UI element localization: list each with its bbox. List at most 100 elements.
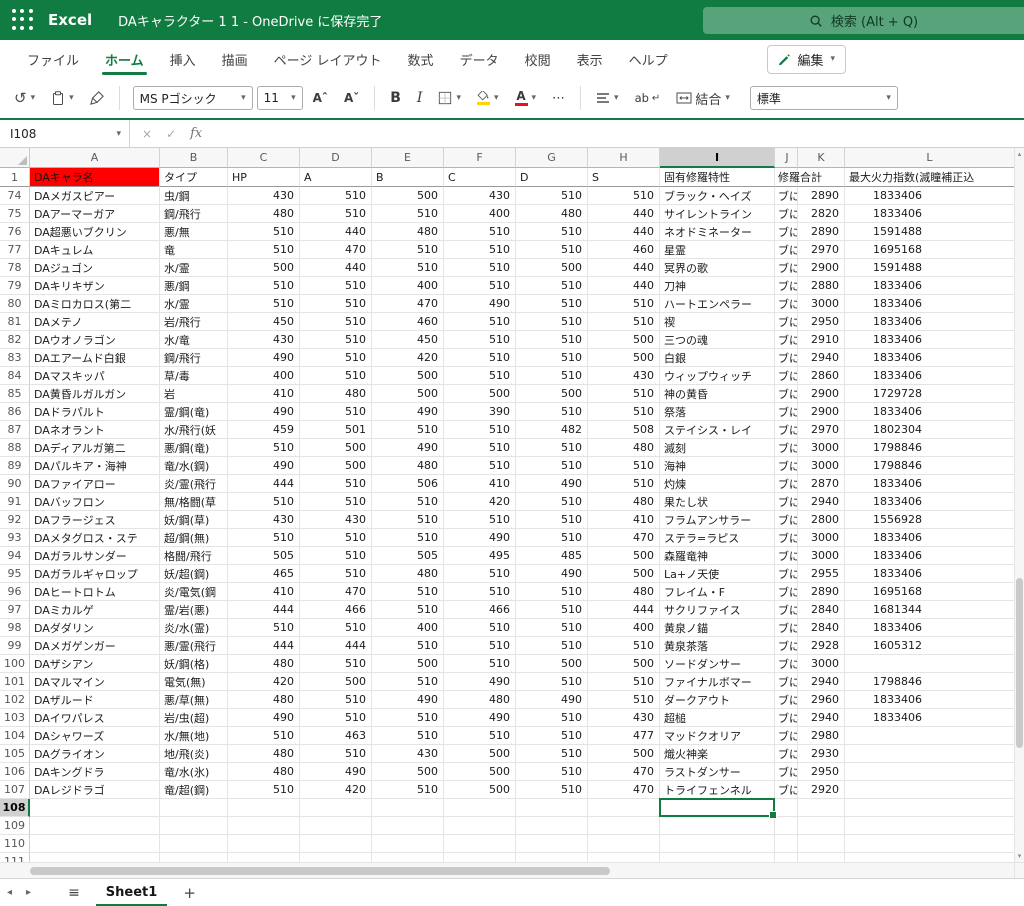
cell-s-110[interactable] — [588, 835, 660, 853]
row-header-83[interactable]: 83 — [0, 349, 30, 367]
cell-b-76[interactable]: 480 — [372, 223, 444, 241]
cell-a-74[interactable]: 510 — [300, 187, 372, 205]
cell-d-82[interactable]: 510 — [516, 331, 588, 349]
cell-hp-107[interactable]: 510 — [228, 781, 300, 799]
cell-d-101[interactable]: 510 — [516, 673, 588, 691]
cell-a-85[interactable]: 480 — [300, 385, 372, 403]
cell-hp-83[interactable]: 490 — [228, 349, 300, 367]
cell-s-83[interactable]: 500 — [588, 349, 660, 367]
cell-power-106[interactable] — [845, 763, 1014, 781]
cell-type-87[interactable]: 水/飛行(妖 — [160, 421, 228, 439]
cell-name-77[interactable]: DAキュレム — [30, 241, 160, 259]
cell-type-93[interactable]: 超/鋼(無) — [160, 529, 228, 547]
cell-hp-110[interactable] — [228, 835, 300, 853]
cell-type-86[interactable]: 霊/鋼(竜) — [160, 403, 228, 421]
cell-name-98[interactable]: DAダダリン — [30, 619, 160, 637]
cell-type-101[interactable]: 電気(無) — [160, 673, 228, 691]
cell-power-95[interactable]: 1833406 — [845, 565, 1014, 583]
cell-name-82[interactable]: DAウオノラゴン — [30, 331, 160, 349]
cell-s-94[interactable]: 500 — [588, 547, 660, 565]
row-header-80[interactable]: 80 — [0, 295, 30, 313]
cell-hp-111[interactable] — [228, 853, 300, 862]
cell-c-91[interactable]: 420 — [444, 493, 516, 511]
cell-hp-80[interactable]: 510 — [228, 295, 300, 313]
undo-button[interactable]: ↺ ▾ — [8, 88, 41, 109]
cell-d-106[interactable]: 510 — [516, 763, 588, 781]
cell-s-102[interactable]: 510 — [588, 691, 660, 709]
cell-a-75[interactable]: 510 — [300, 205, 372, 223]
cell-trait-102[interactable]: ダークアウト — [660, 691, 775, 709]
cell-power-104[interactable] — [845, 727, 1014, 745]
cell-b-93[interactable]: 510 — [372, 529, 444, 547]
cell-b-103[interactable]: 510 — [372, 709, 444, 727]
cell-hp-96[interactable]: 410 — [228, 583, 300, 601]
cell-a-88[interactable]: 500 — [300, 439, 372, 457]
cell-trait-75[interactable]: サイレントライン — [660, 205, 775, 223]
cell-s-80[interactable]: 510 — [588, 295, 660, 313]
cell-power-109[interactable] — [845, 817, 1014, 835]
cell-total-91[interactable]: 2940 — [798, 493, 845, 511]
row-header-107[interactable]: 107 — [0, 781, 30, 799]
cell-j-98[interactable]: ブに — [775, 619, 798, 637]
cell-a-111[interactable] — [300, 853, 372, 862]
cell-b-108[interactable] — [372, 799, 444, 817]
row-header-95[interactable]: 95 — [0, 565, 30, 583]
cell-type-99[interactable]: 悪/霊(飛行 — [160, 637, 228, 655]
cell-j-109[interactable] — [775, 817, 798, 835]
cell-power-110[interactable] — [845, 835, 1014, 853]
cell-hp-91[interactable]: 510 — [228, 493, 300, 511]
cell-trait-76[interactable]: ネオドミネーター — [660, 223, 775, 241]
row-header-96[interactable]: 96 — [0, 583, 30, 601]
cell-total-79[interactable]: 2880 — [798, 277, 845, 295]
cell-hp-100[interactable]: 480 — [228, 655, 300, 673]
cell-s-86[interactable]: 510 — [588, 403, 660, 421]
cell-trait-93[interactable]: ステラ=ラピス — [660, 529, 775, 547]
cell-total-104[interactable]: 2980 — [798, 727, 845, 745]
cell-trait-84[interactable]: ウィップウィッチ — [660, 367, 775, 385]
cell-power-87[interactable]: 1802304 — [845, 421, 1014, 439]
cell-type-80[interactable]: 水/霊 — [160, 295, 228, 313]
cell-j-102[interactable]: ブに — [775, 691, 798, 709]
cell-b-81[interactable]: 460 — [372, 313, 444, 331]
sheet-list-icon[interactable]: ≡ — [68, 885, 80, 901]
cell-b-75[interactable]: 510 — [372, 205, 444, 223]
cell-type-1[interactable]: タイプ — [160, 168, 228, 187]
cell-s-103[interactable]: 430 — [588, 709, 660, 727]
row-header-74[interactable]: 74 — [0, 187, 30, 205]
cell-a-90[interactable]: 510 — [300, 475, 372, 493]
cell-a-106[interactable]: 490 — [300, 763, 372, 781]
column-header-E[interactable]: E — [372, 148, 444, 168]
cell-s-88[interactable]: 480 — [588, 439, 660, 457]
cell-hp-101[interactable]: 420 — [228, 673, 300, 691]
cell-power-97[interactable]: 1681344 — [845, 601, 1014, 619]
cell-j-96[interactable]: ブに — [775, 583, 798, 601]
cell-b-92[interactable]: 510 — [372, 511, 444, 529]
row-header-76[interactable]: 76 — [0, 223, 30, 241]
add-sheet-button[interactable]: + — [177, 884, 202, 902]
row-header-102[interactable]: 102 — [0, 691, 30, 709]
cell-c-90[interactable]: 410 — [444, 475, 516, 493]
cell-trait-91[interactable]: 果たし状 — [660, 493, 775, 511]
cell-hp-77[interactable]: 510 — [228, 241, 300, 259]
cell-d-79[interactable]: 510 — [516, 277, 588, 295]
cell-hp-106[interactable]: 480 — [228, 763, 300, 781]
column-header-L[interactable]: L — [845, 148, 1014, 168]
cell-b-101[interactable]: 510 — [372, 673, 444, 691]
fill-color-button[interactable]: ▾ — [471, 88, 505, 108]
cell-a-77[interactable]: 470 — [300, 241, 372, 259]
cell-s-98[interactable]: 400 — [588, 619, 660, 637]
cell-a-103[interactable]: 510 — [300, 709, 372, 727]
cell-name-93[interactable]: DAメタグロス・ステ — [30, 529, 160, 547]
row-header-98[interactable]: 98 — [0, 619, 30, 637]
cell-trait-103[interactable]: 超槌 — [660, 709, 775, 727]
cell-name-87[interactable]: DAネオラント — [30, 421, 160, 439]
cell-j-83[interactable]: ブに — [775, 349, 798, 367]
cell-b-106[interactable]: 500 — [372, 763, 444, 781]
ribbon-tab-3[interactable]: 描画 — [209, 40, 261, 78]
cell-b-100[interactable]: 500 — [372, 655, 444, 673]
cell-trait-99[interactable]: 黄泉茶落 — [660, 637, 775, 655]
cell-j-77[interactable]: ブに — [775, 241, 798, 259]
cell-total-75[interactable]: 2820 — [798, 205, 845, 223]
shrink-font-button[interactable]: Aˇ — [338, 88, 365, 108]
cell-d-93[interactable]: 510 — [516, 529, 588, 547]
